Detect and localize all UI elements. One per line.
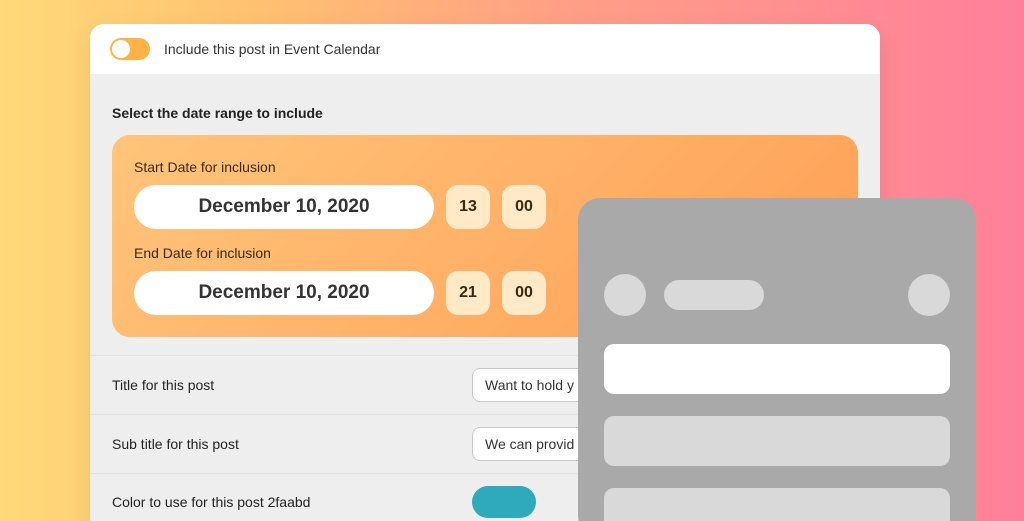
- placeholder-field: [604, 344, 950, 394]
- preview-header: [604, 268, 950, 322]
- subtitle-label: Sub title for this post: [112, 436, 472, 452]
- start-hour-input[interactable]: 13: [446, 185, 490, 229]
- placeholder-field: [604, 488, 950, 521]
- placeholder-circle-icon: [908, 274, 950, 316]
- end-date-input[interactable]: December 10, 2020: [134, 271, 434, 315]
- toggle-label: Include this post in Event Calendar: [164, 41, 380, 57]
- color-swatch[interactable]: [472, 486, 536, 518]
- section-title: Select the date range to include: [90, 97, 880, 135]
- placeholder-circle-icon: [604, 274, 646, 316]
- start-date-label: Start Date for inclusion: [134, 159, 836, 175]
- include-calendar-toggle[interactable]: [110, 38, 150, 60]
- start-minute-input[interactable]: 00: [502, 185, 546, 229]
- placeholder-field: [604, 416, 950, 466]
- title-label: Title for this post: [112, 377, 472, 393]
- start-date-input[interactable]: December 10, 2020: [134, 185, 434, 229]
- toggle-knob: [112, 40, 130, 58]
- placeholder-bar: [664, 280, 764, 310]
- preview-card: [578, 198, 976, 521]
- end-hour-input[interactable]: 21: [446, 271, 490, 315]
- color-label: Color to use for this post 2faabd: [112, 494, 472, 510]
- end-minute-input[interactable]: 00: [502, 271, 546, 315]
- panel-header: Include this post in Event Calendar: [90, 24, 880, 75]
